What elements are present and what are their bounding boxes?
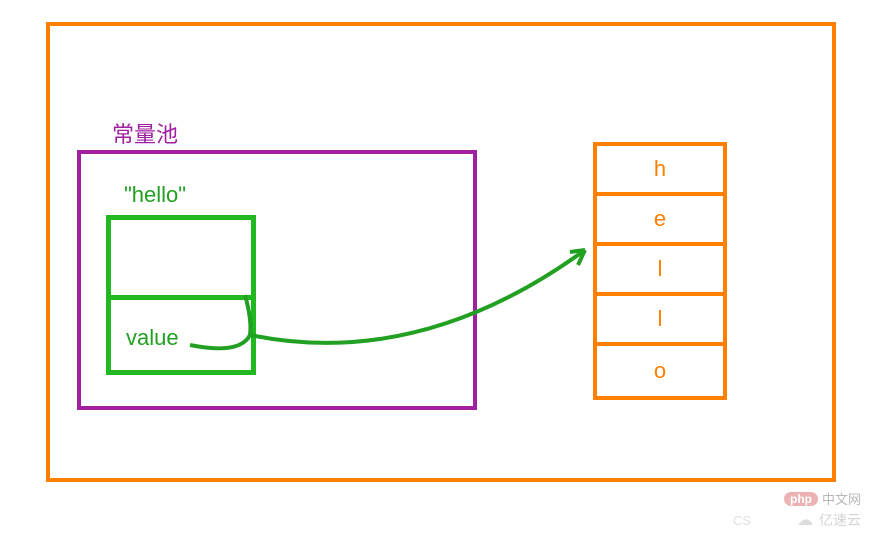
- constant-pool-label: 常量池: [112, 117, 178, 149]
- cs-watermark: CS: [733, 513, 751, 528]
- cloud-icon: ☁: [797, 510, 813, 530]
- array-cell: l: [597, 246, 723, 296]
- php-watermark-text: 中文网: [822, 489, 861, 508]
- array-cell: l: [597, 296, 723, 346]
- char-array-box: h e l l o: [593, 142, 727, 400]
- cloud-watermark: ☁ 亿速云: [797, 510, 861, 530]
- cloud-watermark-text: 亿速云: [819, 510, 861, 530]
- array-cell: o: [597, 346, 723, 396]
- array-cell: e: [597, 196, 723, 246]
- string-object-divider: [106, 295, 256, 300]
- php-badge-icon: php: [784, 492, 818, 506]
- array-cell: h: [597, 146, 723, 196]
- value-field-label: value: [126, 325, 179, 351]
- php-watermark: php 中文网: [784, 489, 861, 508]
- string-literal-label: "hello": [124, 182, 186, 208]
